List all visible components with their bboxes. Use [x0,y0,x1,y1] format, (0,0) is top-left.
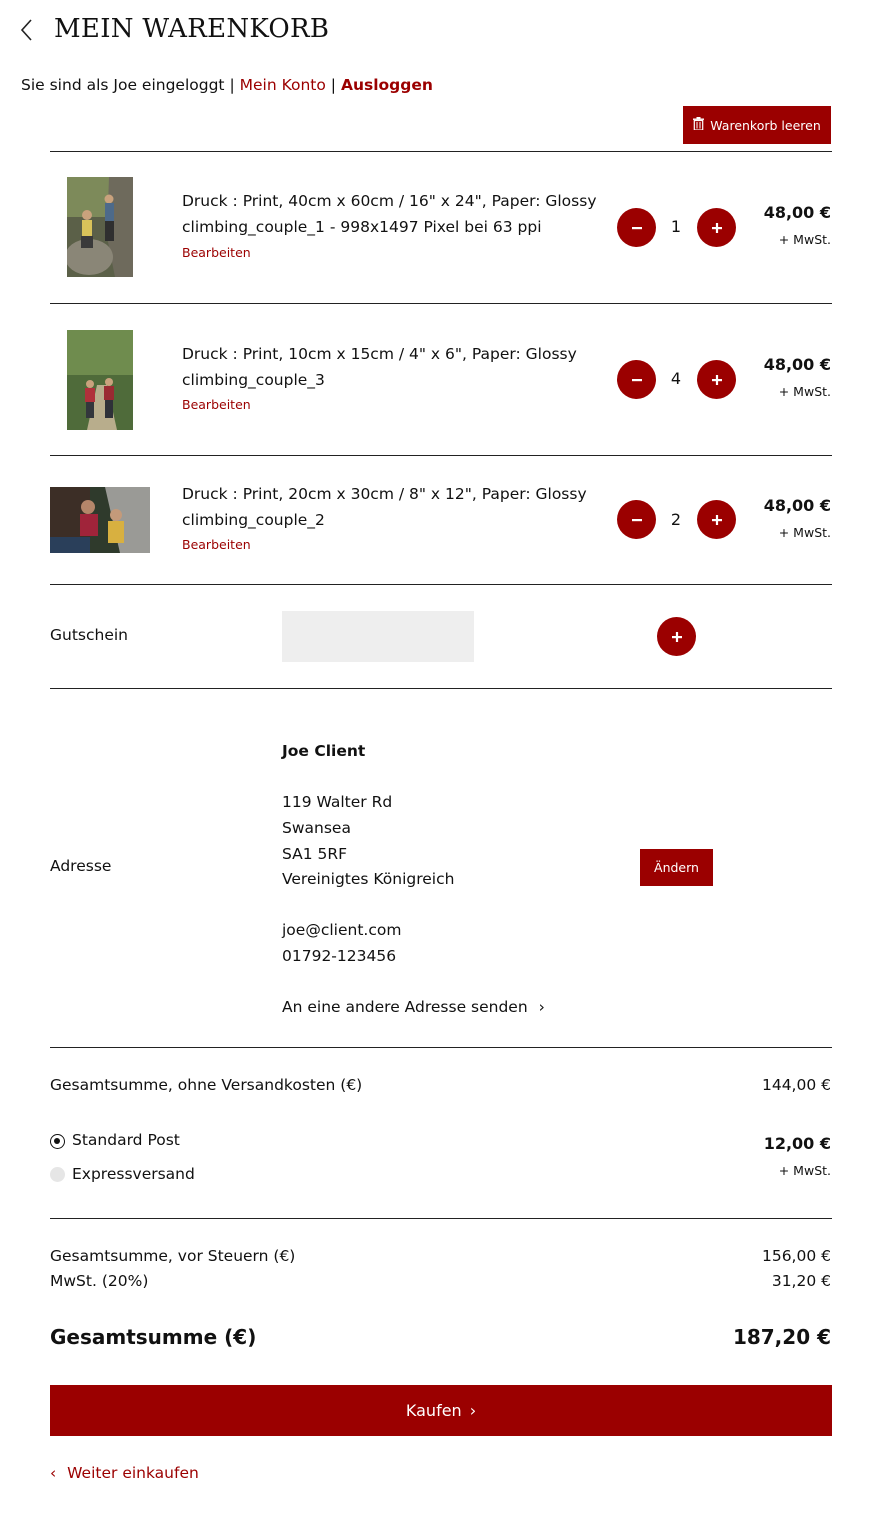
clear-cart-label: Warenkorb leeren [710,117,821,133]
increase-quantity-button[interactable] [697,360,736,399]
vat-value: 31,20 € [771,1272,831,1290]
divider [50,1047,832,1048]
product-thumbnail[interactable] [67,330,133,430]
cart-item-description: Druck : Print, 20cm x 30cm / 8" x 12", P… [182,481,587,533]
buy-button[interactable]: Kaufen › [50,1385,832,1436]
decrease-quantity-button[interactable] [617,360,656,399]
product-thumbnail[interactable] [50,487,150,553]
add-coupon-button[interactable] [657,617,696,656]
item-price: 48,00 € [763,496,831,515]
cart-item-product: Druck : Print, 40cm x 60cm / 16" x 24", … [182,192,597,210]
subtotal-label: Gesamtsumme, ohne Versandkosten (€) [50,1076,363,1094]
other-address-link[interactable]: An eine andere Adresse senden › [282,998,545,1016]
address-label: Adresse [50,857,112,875]
login-status-text: Sie sind als Joe eingeloggt [21,76,225,94]
divider [50,1218,832,1219]
other-address-label: An eine andere Adresse senden [282,998,528,1016]
pretax-value: 156,00 € [761,1247,831,1265]
address-street: 119 Walter Rd [282,793,393,811]
chevron-right-icon: › [538,998,545,1016]
cart-item-filename: climbing_couple_1 - 998x1497 Pixel bei 6… [182,218,542,236]
subtotal-value: 144,00 € [761,1076,831,1094]
item-price: 48,00 € [763,203,831,222]
shipping-radio-standard[interactable] [50,1134,65,1149]
address-phone: 01792-123456 [282,947,397,965]
quantity-value: 2 [670,510,682,529]
cart-item-filename: climbing_couple_2 [182,511,325,529]
address-email: joe@client.com [282,921,402,939]
increase-quantity-button[interactable] [697,500,736,539]
plus-icon [671,627,682,646]
divider [50,303,832,304]
separator: | [229,76,235,94]
vat-label: MwSt. (20%) [50,1272,149,1290]
plus-icon [711,218,722,237]
divider [50,584,832,585]
logout-link[interactable]: Ausloggen [341,76,433,94]
minus-icon [631,510,642,529]
shipping-option-express[interactable]: Expressversand [72,1165,195,1183]
address-country: Vereinigtes Königreich [282,870,455,888]
pretax-label: Gesamtsumme, vor Steuern (€) [50,1247,296,1265]
item-price: 48,00 € [763,355,831,374]
product-thumbnail[interactable] [67,177,133,277]
chevron-right-icon: › [469,1401,477,1420]
continue-shopping-label: Weiter einkaufen [67,1464,199,1482]
increase-quantity-button[interactable] [697,208,736,247]
quantity-value: 1 [670,217,682,236]
decrease-quantity-button[interactable] [617,208,656,247]
cart-item-description: Druck : Print, 10cm x 15cm / 4" x 6", Pa… [182,341,577,393]
minus-icon [631,370,642,389]
my-account-link[interactable]: Mein Konto [240,76,326,94]
address-city: Swansea [282,819,351,837]
change-address-button[interactable]: Ändern [640,849,713,886]
plus-icon [711,510,722,529]
edit-item-link[interactable]: Bearbeiten [182,537,251,552]
divider [50,688,832,689]
buy-label: Kaufen [405,1401,462,1420]
cart-item-product: Druck : Print, 20cm x 30cm / 8" x 12", P… [182,485,587,503]
coupon-input[interactable] [282,611,474,662]
clear-cart-button[interactable]: Warenkorb leeren [683,106,831,144]
minus-icon [631,218,642,237]
vat-note: + MwSt. [778,232,831,247]
divider [50,455,832,456]
edit-item-link[interactable]: Bearbeiten [182,245,251,260]
trash-icon [693,117,705,133]
vat-note: + MwSt. [778,1163,831,1178]
address-postcode: SA1 5RF [282,845,348,863]
cart-item-description: Druck : Print, 40cm x 60cm / 16" x 24", … [182,188,597,240]
login-status: Sie sind als Joe eingeloggt | Mein Konto… [21,76,433,94]
shipping-price: 12,00 € [763,1134,831,1153]
back-arrow-icon[interactable] [18,16,36,44]
plus-icon [711,370,722,389]
grand-total-value: 187,20 € [732,1325,831,1349]
decrease-quantity-button[interactable] [617,500,656,539]
address-name: Joe Client [282,742,366,760]
vat-note: + MwSt. [778,525,831,540]
quantity-value: 4 [670,369,682,388]
vat-note: + MwSt. [778,384,831,399]
edit-item-link[interactable]: Bearbeiten [182,397,251,412]
grand-total-label: Gesamtsumme (€) [50,1325,257,1349]
continue-shopping-link[interactable]: ‹ Weiter einkaufen [50,1464,199,1482]
shipping-option-standard[interactable]: Standard Post [72,1131,180,1149]
chevron-left-icon: ‹ [50,1464,57,1482]
coupon-label: Gutschein [50,626,128,644]
shipping-radio-express[interactable] [50,1167,65,1182]
page-title: MEIN WARENKORB [54,14,330,44]
cart-item-filename: climbing_couple_3 [182,371,325,389]
cart-item-product: Druck : Print, 10cm x 15cm / 4" x 6", Pa… [182,345,577,363]
divider [50,151,832,152]
separator: | [330,76,337,94]
